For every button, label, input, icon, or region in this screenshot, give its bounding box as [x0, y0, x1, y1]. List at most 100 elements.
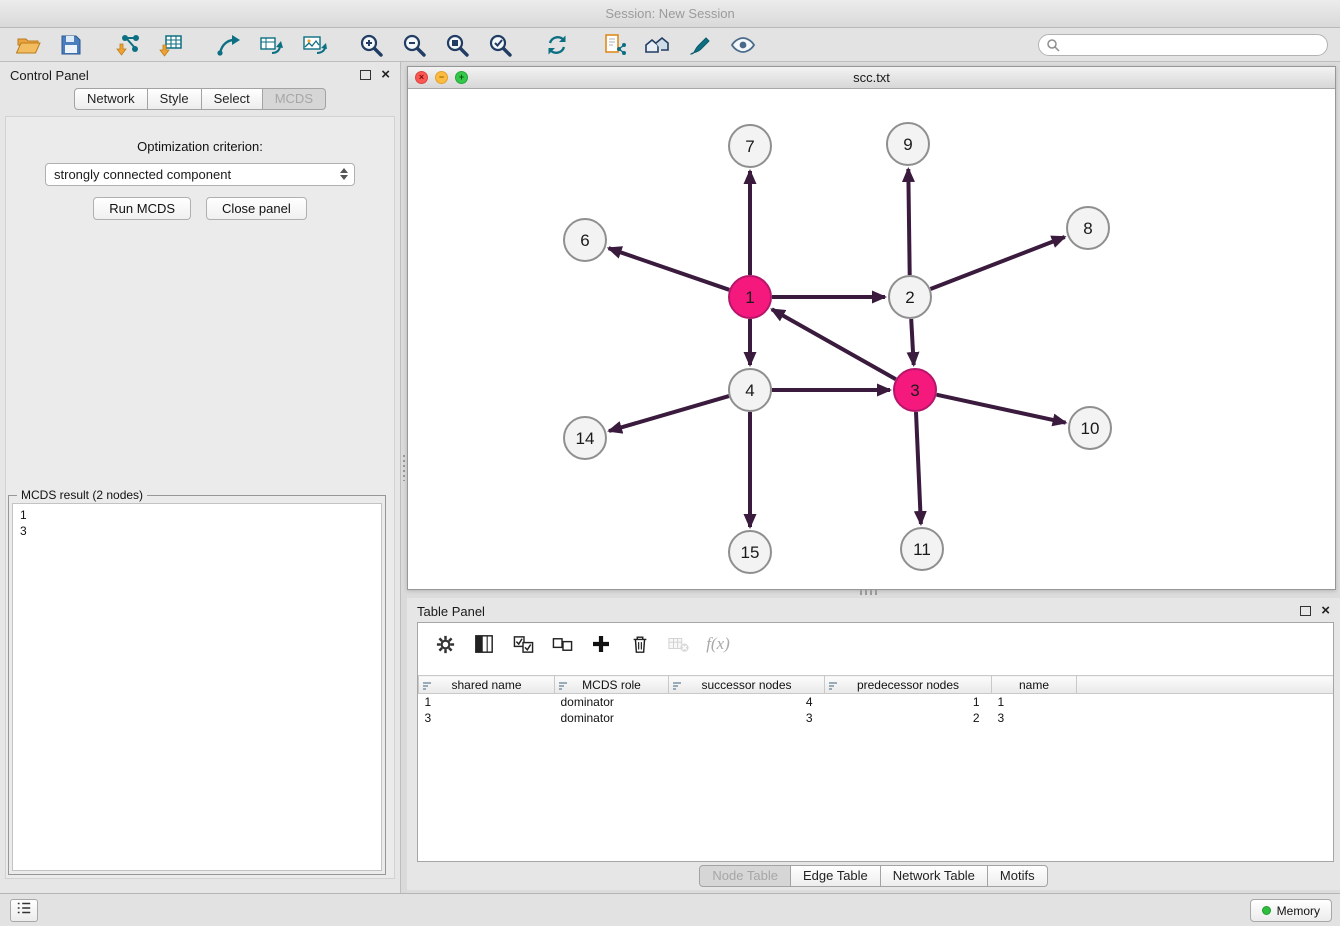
network-canvas[interactable]: 7 9 6 8 1 2 4 3 14 10 15 11	[408, 89, 1335, 589]
graph-node-6[interactable]: 6	[564, 219, 606, 261]
graph-node-4[interactable]: 4	[729, 369, 771, 411]
refresh-view-button[interactable]	[535, 30, 578, 60]
open-session-button[interactable]	[6, 30, 49, 60]
network-window-title: scc.txt	[853, 70, 890, 85]
window-minimize-icon[interactable]: −	[435, 71, 448, 84]
share-network-button[interactable]	[206, 30, 249, 60]
network-graph[interactable]: 7 9 6 8 1 2 4 3 14 10 15 11	[408, 89, 1335, 589]
graph-node-8[interactable]: 8	[1067, 207, 1109, 249]
graph-node-3[interactable]: 3	[894, 369, 936, 411]
select-all-button[interactable]	[512, 633, 534, 655]
table-tab-network-table[interactable]: Network Table	[881, 865, 988, 887]
graph-edge-1-6[interactable]	[609, 248, 730, 290]
graph-node-2[interactable]: 2	[889, 276, 931, 318]
graph-edge-3-10[interactable]	[937, 395, 1066, 423]
import-table-icon	[158, 32, 184, 58]
window-close-icon[interactable]: ×	[415, 71, 428, 84]
image-export-button[interactable]	[292, 30, 335, 60]
function-builder-button[interactable]: f(x)	[707, 633, 729, 655]
tab-select[interactable]: Select	[202, 88, 263, 110]
save-session-button[interactable]	[49, 30, 92, 60]
graph-edge-2-8[interactable]	[931, 237, 1065, 289]
create-column-button[interactable]	[590, 633, 612, 655]
tab-mcds[interactable]: MCDS	[263, 88, 326, 110]
column-edit-icon	[828, 680, 838, 694]
table-cell: 4	[669, 694, 825, 710]
table-tab-edge-table[interactable]: Edge Table	[791, 865, 881, 887]
criterion-dropdown[interactable]: strongly connected component	[45, 163, 355, 186]
first-neighbors-button[interactable]	[635, 30, 678, 60]
table-panel-header: Table Panel ×	[407, 598, 1340, 624]
table-settings-button[interactable]	[434, 633, 456, 655]
clipboard-network-button[interactable]	[592, 30, 635, 60]
graph-edge-3-1[interactable]	[772, 309, 896, 379]
float-panel-icon[interactable]	[360, 70, 371, 80]
unchecked-boxes-icon	[552, 634, 573, 655]
fx-icon: f(x)	[706, 634, 730, 654]
panel-menu-button[interactable]	[10, 899, 38, 922]
optimization-criterion-label: Optimization criterion:	[6, 139, 394, 154]
import-table-button[interactable]	[149, 30, 192, 60]
show-columns-button[interactable]	[473, 633, 495, 655]
graph-node-10[interactable]: 10	[1069, 407, 1111, 449]
close-table-panel-icon[interactable]: ×	[1321, 604, 1330, 618]
table-row[interactable]: 3dominator323	[419, 710, 1334, 726]
window-zoom-icon[interactable]: +	[455, 71, 468, 84]
svg-text:4: 4	[745, 381, 754, 400]
delete-column-button[interactable]	[629, 633, 651, 655]
svg-text:8: 8	[1083, 219, 1092, 238]
graph-edge-3-11[interactable]	[916, 412, 921, 524]
graph-node-11[interactable]: 11	[901, 528, 943, 570]
save-icon	[58, 32, 84, 58]
deselect-all-button[interactable]	[551, 633, 573, 655]
open-folder-icon	[15, 32, 41, 58]
show-hide-button[interactable]	[721, 30, 764, 60]
network-table-export-button[interactable]	[249, 30, 292, 60]
column-header-predecessor-nodes[interactable]: predecessor nodes	[825, 676, 992, 694]
mcds-result-title: MCDS result (2 nodes)	[17, 488, 147, 502]
graph-node-7[interactable]: 7	[729, 125, 771, 167]
close-panel-icon[interactable]: ×	[381, 68, 390, 82]
column-header-successor-nodes[interactable]: successor nodes	[669, 676, 825, 694]
tab-network[interactable]: Network	[74, 88, 148, 110]
search-input[interactable]	[1038, 34, 1328, 56]
graph-node-1[interactable]: 1	[729, 276, 771, 318]
graph-node-9[interactable]: 9	[887, 123, 929, 165]
graph-edge-2-3[interactable]	[911, 319, 914, 365]
table-row[interactable]: 1dominator411	[419, 694, 1334, 710]
trash-icon	[630, 634, 650, 654]
svg-text:14: 14	[576, 429, 595, 448]
graph-node-15[interactable]: 15	[729, 531, 771, 573]
zoom-in-button[interactable]	[349, 30, 392, 60]
graph-edge-2-9[interactable]	[908, 169, 909, 275]
zoom-out-button[interactable]	[392, 30, 435, 60]
memory-button[interactable]: Memory	[1250, 899, 1332, 922]
zoom-selected-button[interactable]	[478, 30, 521, 60]
vertical-splitter-handle[interactable]	[403, 455, 405, 481]
run-mcds-button[interactable]: Run MCDS	[93, 197, 191, 220]
column-header-name[interactable]: name	[992, 676, 1077, 694]
graph-edge-4-14[interactable]	[609, 396, 729, 431]
zoom-fit-button[interactable]	[435, 30, 478, 60]
column-header-shared-name[interactable]: shared name	[419, 676, 555, 694]
close-panel-button[interactable]: Close panel	[206, 197, 307, 220]
table-tab-node-table[interactable]: Node Table	[699, 865, 791, 887]
float-table-panel-icon[interactable]	[1300, 606, 1311, 616]
column-header-MCDS-role[interactable]: MCDS role	[555, 676, 669, 694]
delete-table-icon	[668, 634, 690, 654]
network-window-titlebar[interactable]: × − + scc.txt	[408, 67, 1335, 89]
horizontal-splitter-handle[interactable]	[860, 589, 878, 595]
node-table-container: f(x) shared nameMCDS rolesuccessor nodes…	[417, 622, 1334, 862]
graph-node-14[interactable]: 14	[564, 417, 606, 459]
delete-table-button[interactable]	[668, 633, 690, 655]
control-panel: Control Panel × NetworkStyleSelectMCDS O…	[0, 62, 401, 893]
mcds-result-list[interactable]: 13	[12, 503, 382, 871]
svg-text:15: 15	[741, 543, 760, 562]
annotation-brush-button[interactable]	[678, 30, 721, 60]
tab-style[interactable]: Style	[148, 88, 202, 110]
import-network-button[interactable]	[106, 30, 149, 60]
table-tab-motifs[interactable]: Motifs	[988, 865, 1048, 887]
svg-text:10: 10	[1081, 419, 1100, 438]
checked-boxes-icon	[513, 634, 534, 655]
svg-text:1: 1	[745, 288, 754, 307]
